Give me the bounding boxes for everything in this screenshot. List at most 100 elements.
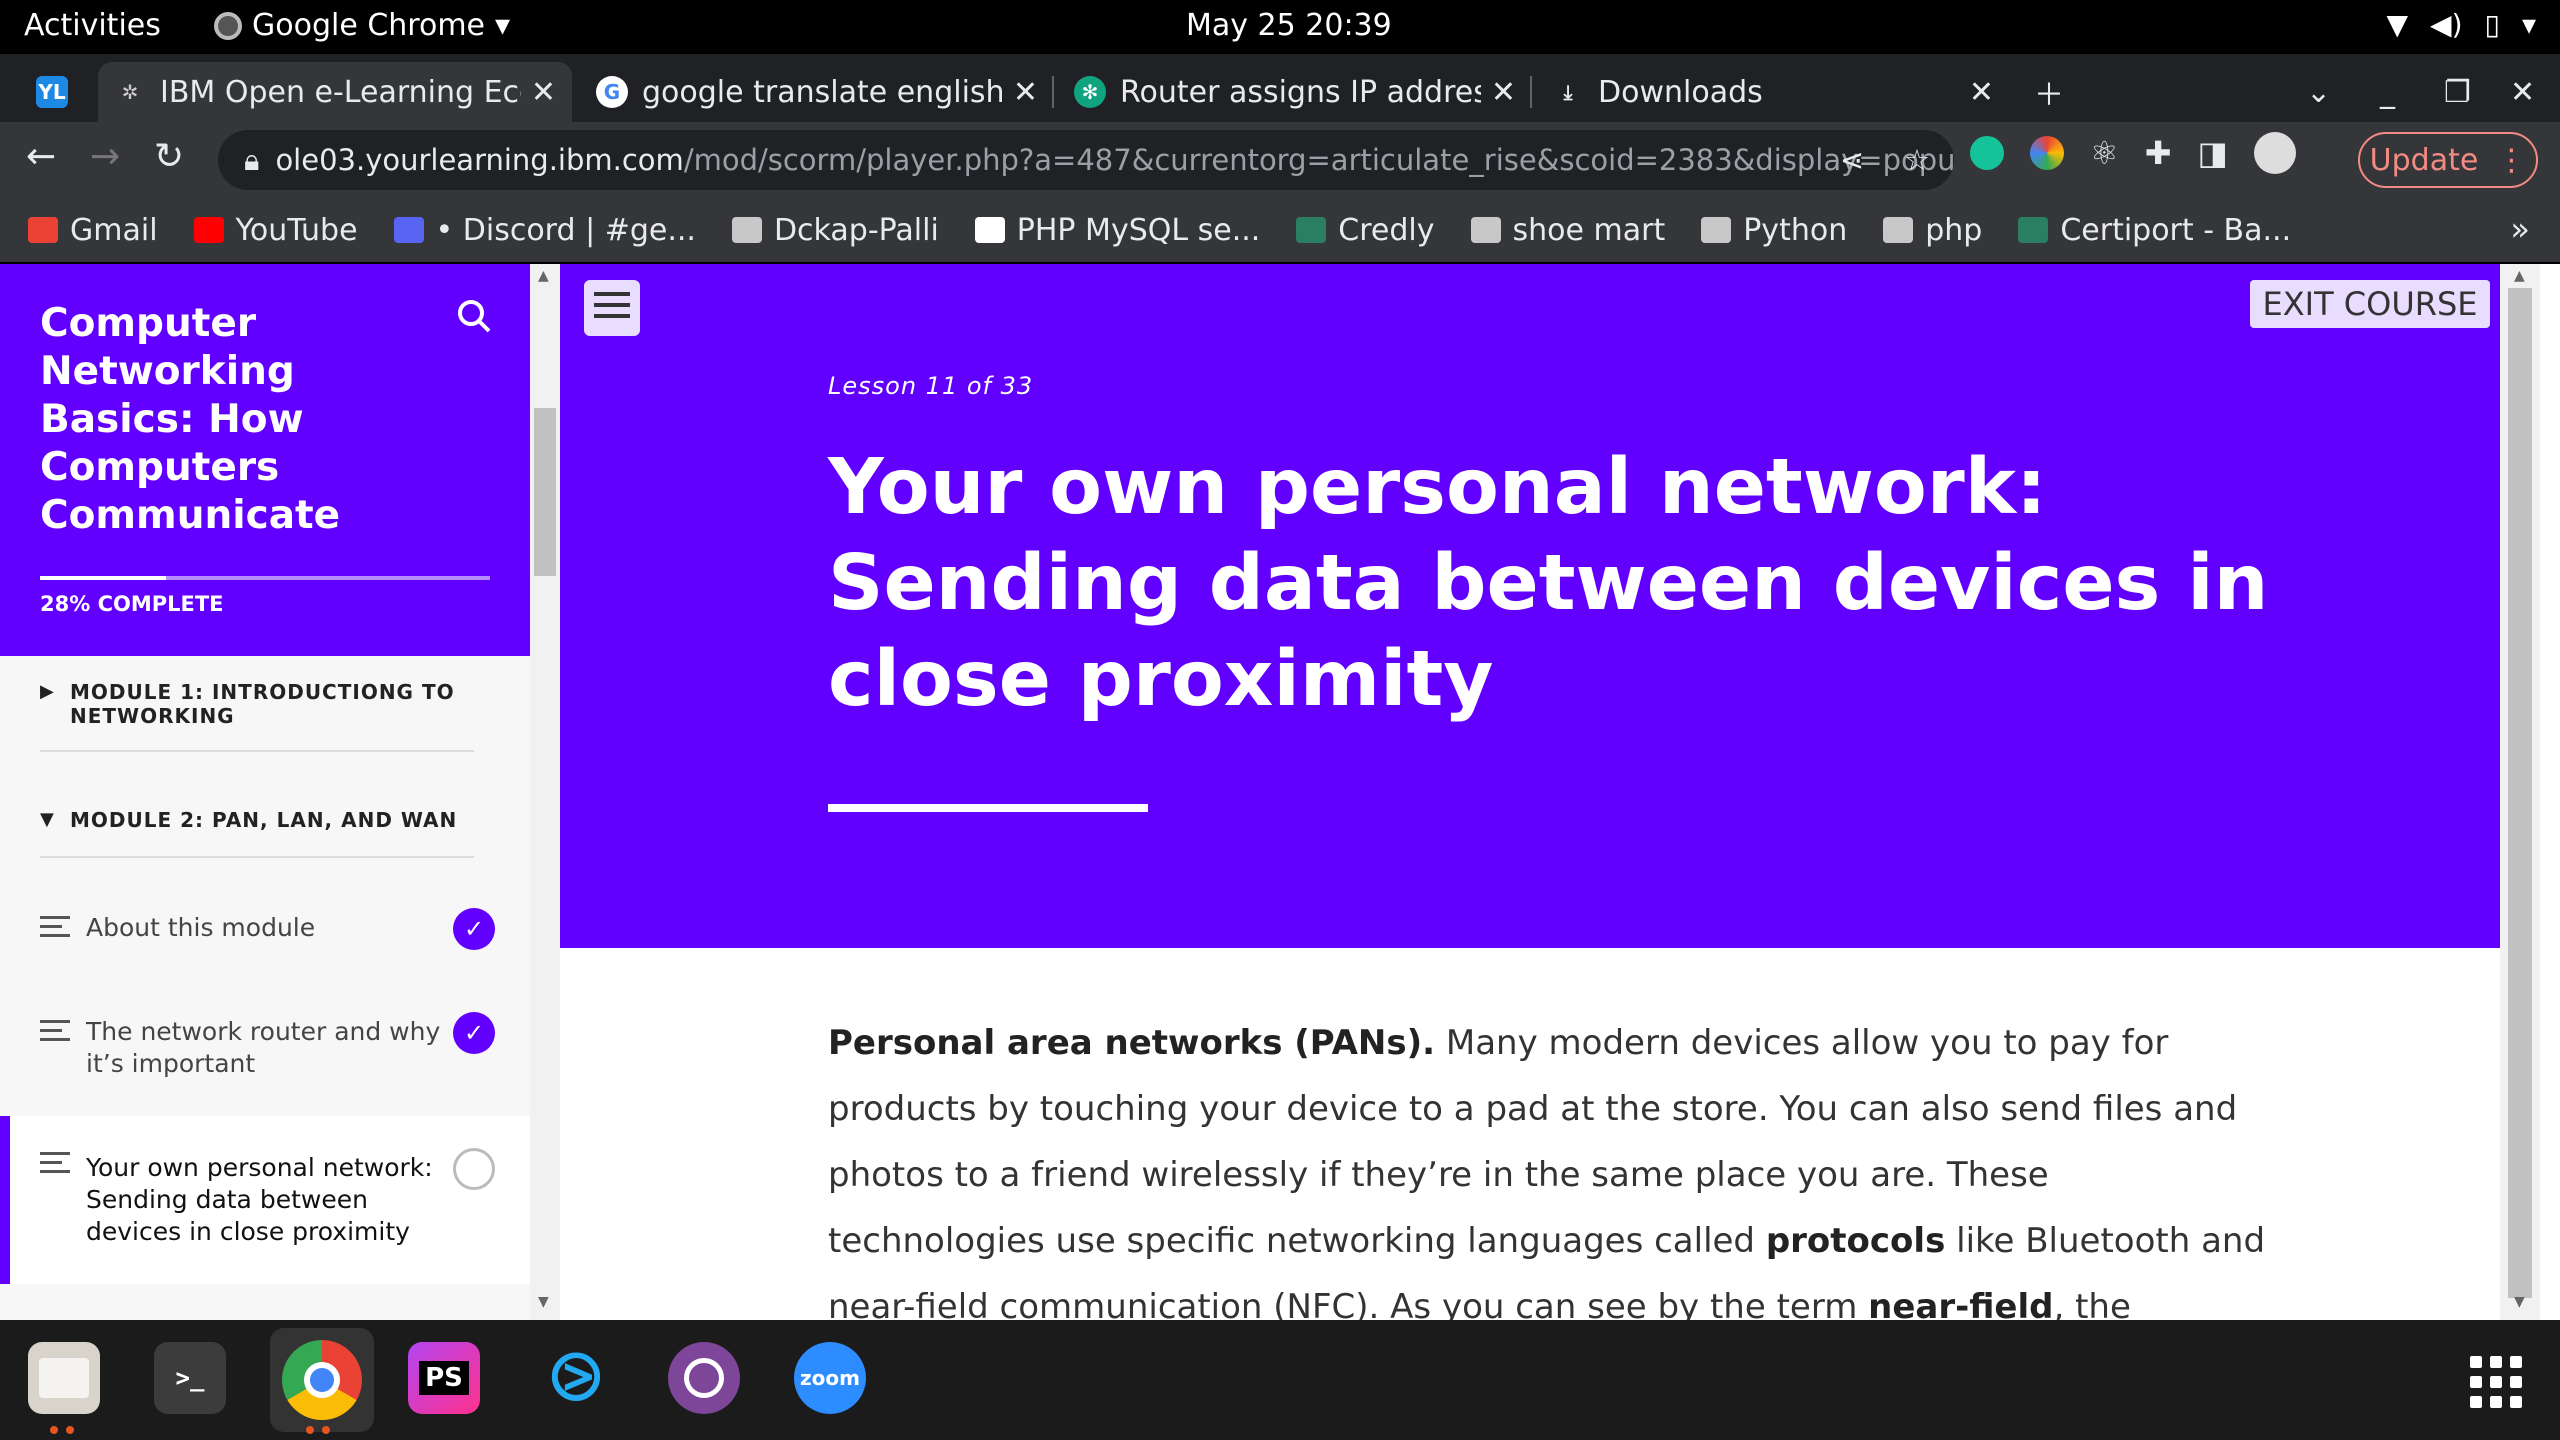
scroll-down-icon[interactable]: ▼ [2514, 1294, 2525, 1310]
show-apps-icon[interactable] [2470, 1356, 2522, 1408]
avatar[interactable] [2253, 132, 2296, 174]
share-icon[interactable]: ⋖ [1840, 143, 1864, 177]
bookmark-item[interactable]: Credly [1296, 212, 1435, 248]
tor-browser-icon[interactable] [668, 1342, 740, 1414]
menu-button[interactable] [584, 280, 640, 336]
certiport-icon [2018, 217, 2049, 243]
vscode-icon[interactable]: ⧁ [540, 1341, 612, 1415]
minimize-button[interactable]: _ [2364, 62, 2424, 122]
tab-router[interactable]: ✻ Router assigns IP address ✕ [1058, 62, 1532, 122]
folder-icon [1883, 217, 1914, 243]
bookmark-item[interactable]: shoe mart [1470, 212, 1666, 248]
bookmark-item[interactable]: Gmail [28, 213, 158, 248]
lesson-item-current[interactable]: Your own personal network: Sending data … [0, 1116, 530, 1284]
lesson-label: About this module [86, 913, 316, 942]
address-bar[interactable]: 🔒︎ ole03.yourlearning.ibm.com /mod/scorm… [218, 130, 1954, 190]
current-indicator [0, 1116, 10, 1284]
react-devtools-icon[interactable]: ⚛ [2090, 134, 2119, 172]
url-path: /mod/scorm/player.php?a=487&currentorg=a… [683, 143, 1954, 177]
restore-button[interactable]: ❐ [2428, 62, 2488, 122]
lesson-icon [40, 1152, 70, 1179]
system-top-bar: Activities Google Chrome ▾ May 25 20:39 … [0, 0, 2560, 54]
minimize-icon: _ [2380, 74, 2395, 110]
system-tray[interactable]: ▼ ◀) ▯ ▾ [2387, 8, 2537, 41]
close-icon[interactable]: ✕ [1969, 75, 1994, 110]
lesson-item[interactable]: The network router and why it’s importan… [0, 1012, 530, 1112]
main-scrollbar[interactable]: ▲ ▼ [2500, 264, 2540, 1320]
reload-button[interactable]: ↻ [154, 136, 184, 177]
bookmark-item[interactable]: php [1883, 213, 1982, 248]
close-window-button[interactable]: ✕ [2494, 62, 2554, 122]
bookmark-item[interactable]: Certiport - Ba... [2018, 213, 2291, 248]
download-icon: ⤓ [1563, 80, 1573, 104]
files-icon[interactable] [28, 1342, 100, 1414]
lesson-icon [40, 916, 70, 943]
divider [40, 750, 474, 752]
color-picker-icon[interactable] [2030, 136, 2064, 170]
bookmark-label: Credly [1338, 212, 1435, 248]
bookmark-item[interactable]: PHP MySQL se... [974, 213, 1260, 248]
grammarly-icon[interactable] [1970, 136, 2004, 170]
caret-right-icon: ▶ [40, 681, 55, 702]
scroll-up-icon[interactable]: ▲ [2514, 268, 2525, 284]
near-field-term: near-field [1868, 1287, 2054, 1320]
close-icon[interactable]: ✕ [531, 75, 556, 110]
extensions-icon[interactable]: ✚ [2145, 134, 2172, 172]
tab-ibm[interactable]: ✲ IBM Open e-Learning Eco ✕ [98, 62, 572, 122]
bookmark-item[interactable]: Python [1701, 213, 1847, 248]
pinned-tab[interactable]: YL [20, 62, 94, 122]
back-button[interactable]: ← [26, 136, 56, 177]
discord-icon [393, 217, 424, 243]
scrollbar-thumb[interactable] [534, 408, 556, 576]
scroll-down-icon[interactable]: ▼ [538, 1294, 549, 1310]
medium-icon [974, 217, 1005, 243]
more-bookmarks-icon[interactable]: » [2510, 210, 2530, 248]
bookmark-item[interactable]: Dckap-Palli [731, 213, 939, 248]
running-indicator [306, 1426, 314, 1434]
lesson-header: EXIT COURSE Lesson 11 of 33 Your own per… [560, 264, 2500, 948]
chevron-down-icon: ▾ [2521, 8, 2536, 41]
bookmark-label: php [1925, 212, 1983, 248]
lesson-item[interactable]: About this module ✓ [0, 908, 530, 988]
close-icon[interactable]: ✕ [1013, 75, 1038, 110]
bookmark-item[interactable]: • Discord | #ge... [393, 213, 696, 248]
module-2-toggle[interactable]: ▼ MODULE 2: PAN, LAN, AND WAN [40, 808, 474, 832]
clock[interactable]: May 25 20:39 [1186, 8, 1392, 43]
new-tab-button[interactable]: ＋ [2018, 62, 2090, 122]
close-icon[interactable]: ✕ [1491, 75, 1516, 110]
scrollbar-thumb[interactable] [2508, 288, 2532, 1298]
progress-text: 28% COMPLETE [40, 592, 224, 616]
side-panel-icon[interactable]: ◨ [2198, 134, 2228, 172]
bookmark-label: shoe mart [1512, 212, 1666, 248]
update-button[interactable]: Update ⋮ [2358, 132, 2538, 188]
exit-course-button[interactable]: EXIT COURSE [2250, 280, 2490, 328]
forward-button[interactable]: → [90, 136, 120, 177]
search-icon[interactable] [456, 298, 492, 334]
tab-downloads[interactable]: ⤓ Downloads ✕ [1536, 62, 2010, 122]
scroll-up-icon[interactable]: ▲ [538, 268, 549, 284]
sidebar-header: Computer Networking Basics: How Computer… [0, 264, 530, 656]
title-underline [828, 804, 1148, 812]
zoom-icon[interactable]: zoom [794, 1342, 866, 1414]
tab-separator [1052, 76, 1054, 108]
tab-strip: YL ✲ IBM Open e-Learning Eco ✕ G google … [0, 54, 2560, 122]
app-menu[interactable]: Google Chrome ▾ [214, 8, 510, 43]
activities-button[interactable]: Activities [24, 8, 161, 43]
chrome-icon[interactable] [270, 1328, 374, 1432]
terminal-icon[interactable]: >_ [154, 1342, 226, 1414]
tab-google-translate[interactable]: G google translate english t ✕ [580, 62, 1054, 122]
folder-icon [1701, 217, 1732, 243]
sidebar-scrollbar[interactable]: ▲ ▼ [530, 264, 560, 1320]
star-icon[interactable]: ☆ [1904, 143, 1930, 177]
url-host: ole03.yourlearning.ibm.com [275, 143, 684, 177]
page-viewport: Computer Networking Basics: How Computer… [0, 264, 2560, 1320]
bookmark-label: Python [1743, 212, 1848, 248]
caret-down-icon: ▼ [40, 809, 55, 830]
phpstorm-icon[interactable]: PS [408, 1342, 480, 1414]
pan-heading: Personal area networks (PANs). [828, 1023, 1436, 1063]
tab-search-button[interactable]: ⌄ [2290, 62, 2350, 122]
module-1-toggle[interactable]: ▶ MODULE 1: INTRODUCTIONG TO NETWORKING [40, 680, 474, 728]
folder-icon [731, 217, 762, 243]
module-label: MODULE 2: PAN, LAN, AND WAN [70, 808, 458, 832]
bookmark-item[interactable]: YouTube [193, 213, 358, 248]
